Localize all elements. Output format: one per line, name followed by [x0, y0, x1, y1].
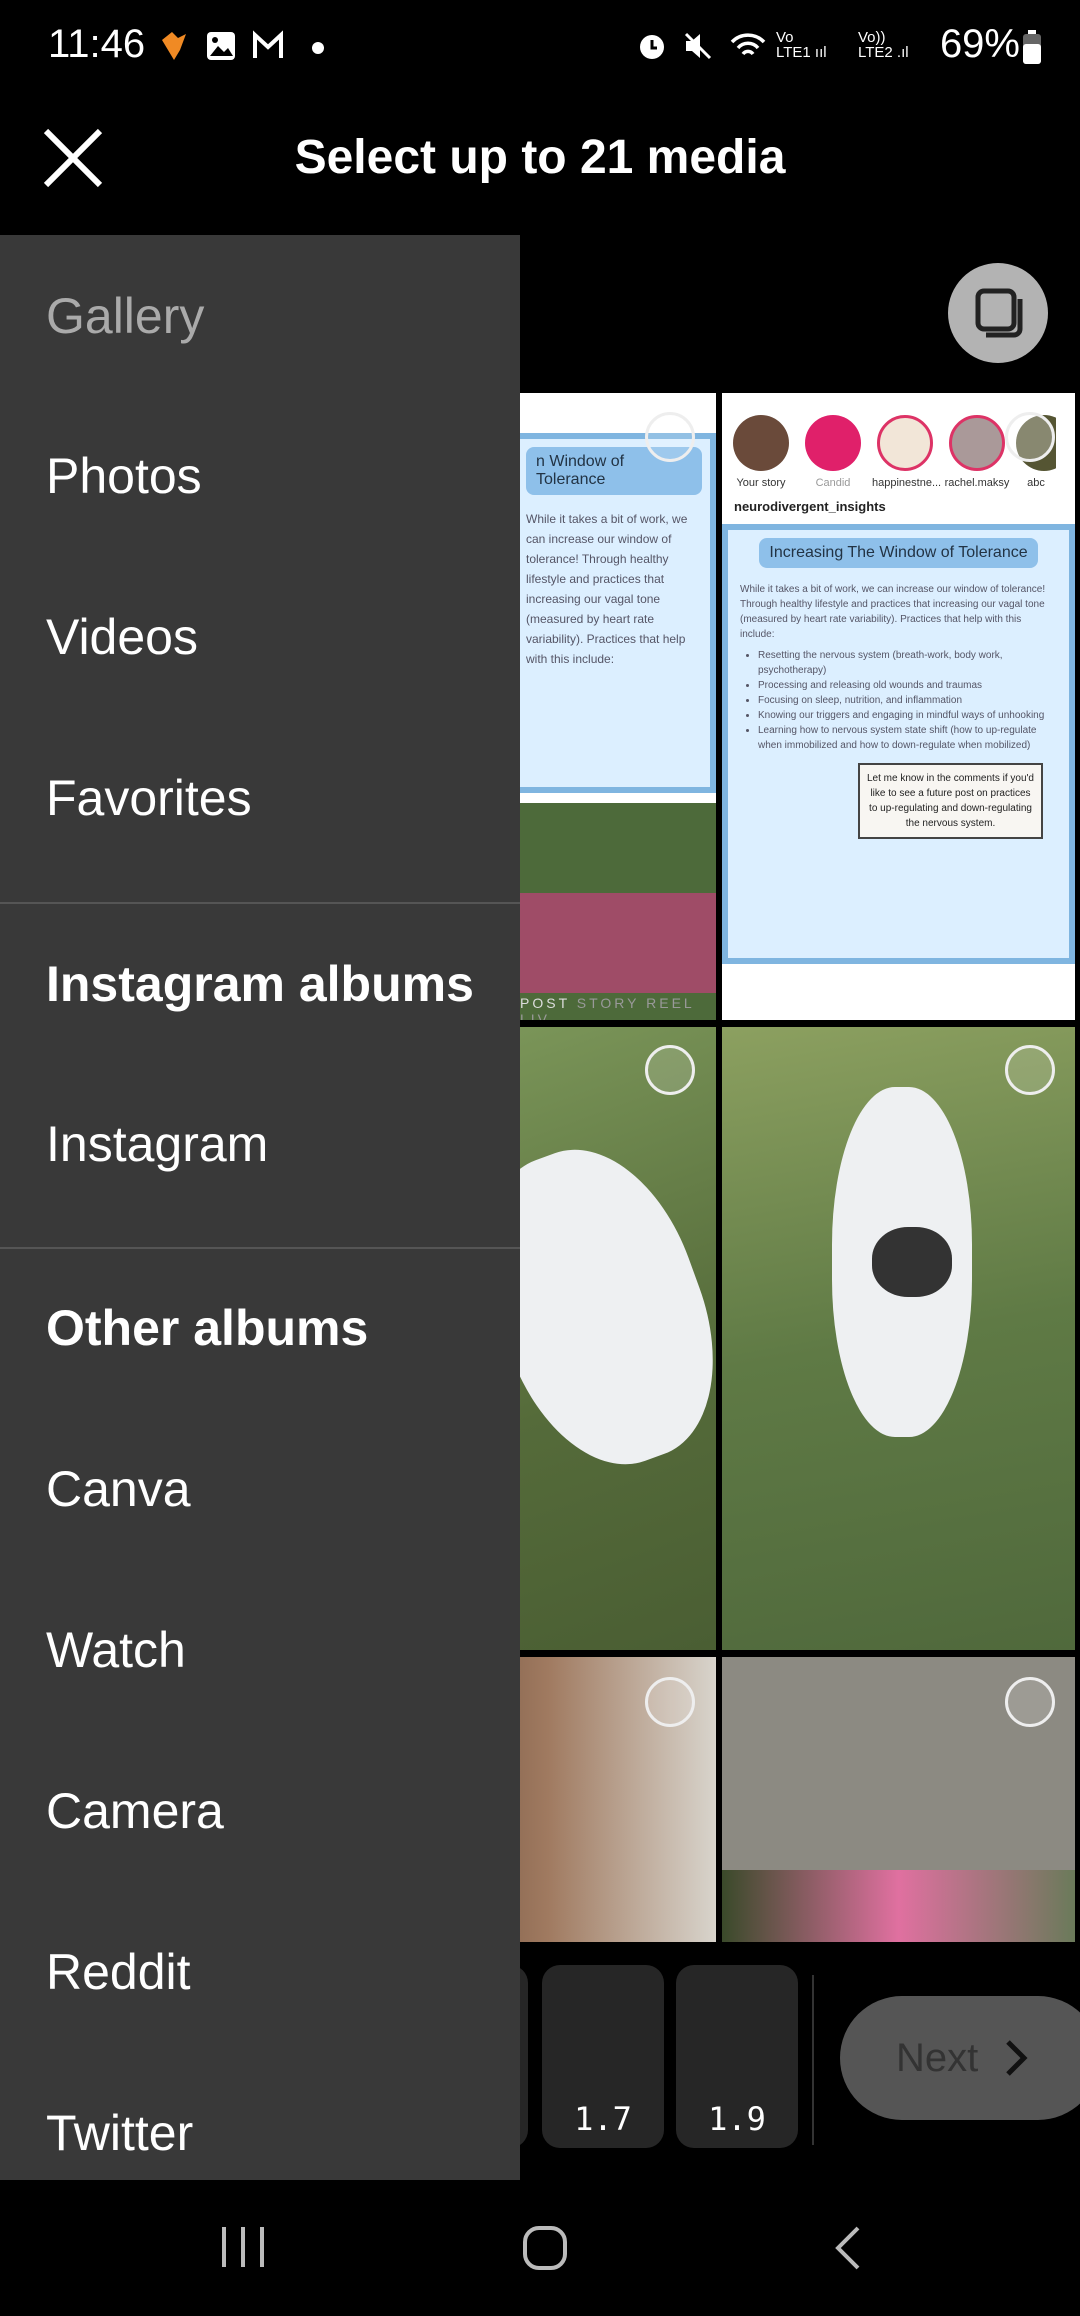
drawer-item-videos[interactable]: Videos [46, 608, 198, 666]
drawer-item-canva[interactable]: Canva [46, 1460, 191, 1518]
thumbnail-text: Knowing our triggers and engaging in min… [758, 708, 1057, 723]
camera-mode: LIV [520, 1011, 551, 1020]
signal-lte2-icon: Vo)) LTE2 .ıl [858, 29, 909, 61]
tile-label: 1.9 [708, 2100, 766, 2138]
drawer-item-camera[interactable]: Camera [46, 1782, 224, 1840]
system-nav-bar [0, 2180, 1080, 2316]
signal-lte1-icon: Vo LTE1 ııl [776, 29, 827, 61]
story-label: Candid [815, 477, 851, 489]
story-label: happinestne... [872, 477, 942, 489]
drawer-item-reddit[interactable]: Reddit [46, 1943, 191, 2001]
camera-mode: STORY [576, 995, 640, 1011]
battery-icon [1023, 30, 1041, 64]
select-circle[interactable] [1005, 1045, 1055, 1095]
story-label: Your story [736, 477, 786, 489]
drawer-item-watch[interactable]: Watch [46, 1621, 186, 1679]
filter-tile[interactable]: 1.7 [542, 1965, 664, 2148]
select-circle[interactable] [645, 1677, 695, 1727]
album-drawer: Gallery Photos Videos Favorites Instagra… [0, 235, 520, 2180]
status-bar: 11:46 Vo LTE1 ııl Vo)) LTE2 .ıl 69% [0, 0, 1080, 90]
camera-mode: REEL [646, 995, 695, 1011]
tile-label: 1.7 [574, 2100, 632, 2138]
wifi-icon [730, 33, 766, 56]
camera-mode: POST [520, 995, 570, 1011]
drawer-item-photos[interactable]: Photos [46, 447, 202, 505]
divider [0, 902, 520, 904]
filter-tile[interactable]: 1.9 [676, 1965, 798, 2148]
select-circle[interactable] [1005, 1677, 1055, 1727]
drawer-item-gallery[interactable]: Gallery [46, 287, 204, 345]
dot-icon [312, 42, 324, 54]
page-title: Select up to 21 media [294, 131, 786, 184]
drawer-item-favorites[interactable]: Favorites [46, 769, 252, 827]
back-icon[interactable] [832, 2225, 862, 2271]
recents-icon[interactable] [218, 2225, 268, 2269]
thumbnail-text: Resetting the nervous system (breath-wor… [758, 648, 1057, 678]
select-circle[interactable] [1005, 412, 1055, 462]
multi-select-button[interactable] [948, 263, 1048, 363]
story-label: rachel.maksy [944, 477, 1010, 489]
gmail-icon [253, 30, 283, 58]
thumbnail-text: Focusing on sleep, nutrition, and inflam… [758, 693, 1057, 708]
gallery-icon [207, 32, 235, 60]
thumbnail-text: Increasing The Window of Tolerance [759, 538, 1038, 568]
battery-level: 69% [939, 22, 1020, 66]
alarm-icon [640, 35, 664, 59]
multi-select-icon [975, 288, 1023, 338]
drawer-item-twitter[interactable]: Twitter [46, 2104, 193, 2162]
media-thumbnail[interactable] [722, 1027, 1075, 1650]
thumbnail-text: While it takes a bit of work, we can inc… [740, 584, 1046, 640]
home-icon[interactable] [522, 2225, 568, 2271]
thumbnail-text: Processing and releasing old wounds and … [758, 678, 1057, 693]
select-circle[interactable] [645, 412, 695, 462]
next-label: Next [896, 2036, 979, 2080]
select-circle[interactable] [645, 1045, 695, 1095]
story-label: abc [1027, 477, 1045, 489]
divider [0, 1247, 520, 1249]
media-thumbnail[interactable]: Your story Candid happinestne... rachel.… [722, 393, 1075, 1020]
section-heading-other-albums: Other albums [46, 1300, 369, 1356]
thumbnail-text: Let me know in the comments if you'd lik… [858, 763, 1043, 839]
drawer-item-instagram[interactable]: Instagram [46, 1115, 268, 1173]
account-name: neurodivergent_insights [734, 499, 886, 514]
heart-app-icon [162, 32, 186, 60]
thumbnail-text: Learning how to nervous system state shi… [758, 723, 1057, 753]
divider [812, 1975, 814, 2145]
status-time: 11:46 [48, 22, 146, 66]
mute-icon [684, 32, 712, 60]
chevron-right-icon [1006, 2040, 1028, 2076]
next-button[interactable]: Next [840, 1996, 1080, 2120]
section-heading-instagram-albums: Instagram albums [46, 956, 474, 1012]
